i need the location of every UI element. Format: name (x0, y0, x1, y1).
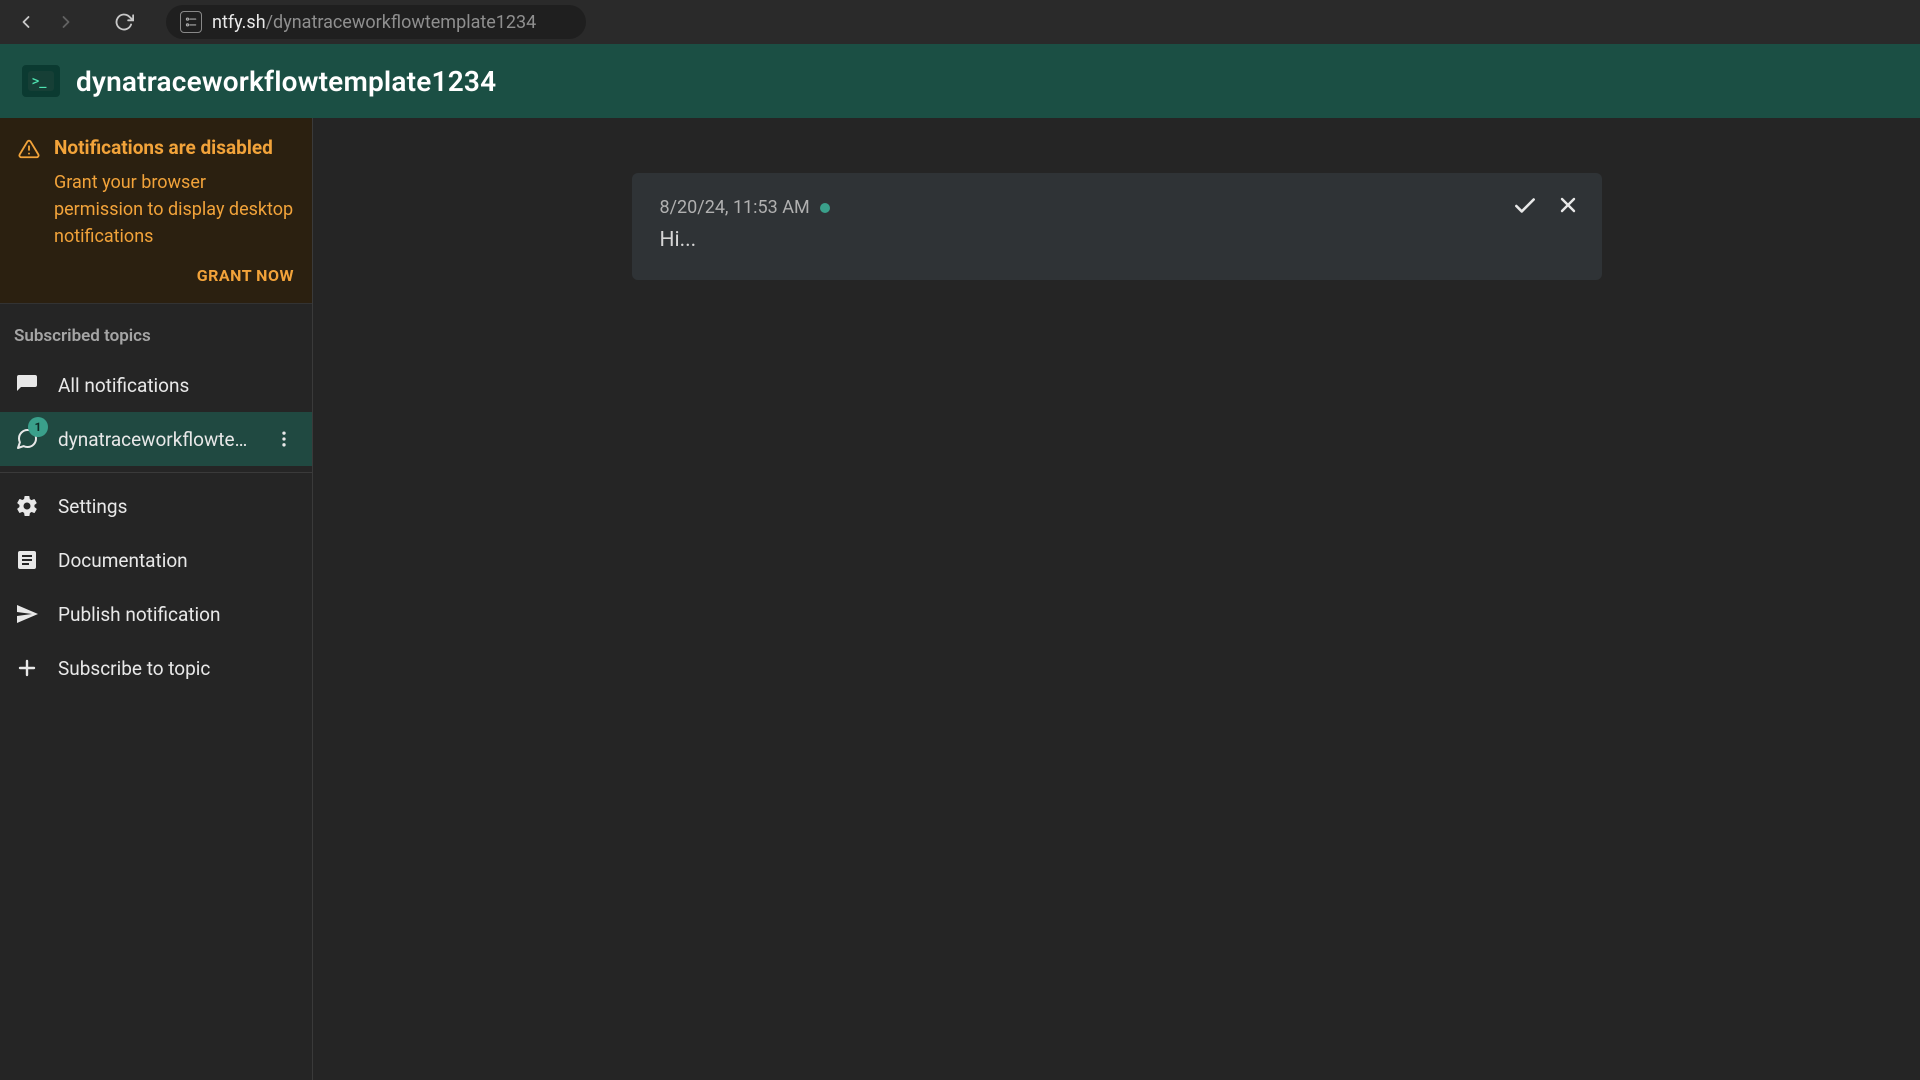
sidebar-item-label: dynatraceworkflowtem… (58, 428, 252, 451)
document-icon (14, 548, 40, 572)
arrow-right-icon (56, 12, 76, 32)
url-host: ntfy.sh (212, 12, 266, 33)
reload-icon (114, 12, 134, 32)
sidebar-item-topic[interactable]: 1 dynatraceworkflowtem… (0, 412, 312, 466)
arrow-left-icon (16, 12, 36, 32)
topic-menu-button[interactable] (270, 429, 298, 449)
notification-timestamp: 8/20/24, 11:53 AM (660, 197, 810, 218)
sidebar-item-label: Subscribe to topic (58, 657, 298, 680)
notifications-disabled-banner: Notifications are disabled Grant your br… (0, 118, 312, 304)
sidebar-item-label: Settings (58, 495, 298, 518)
browser-toolbar: ntfy.sh/dynatraceworkflowtemplate1234 (0, 0, 1920, 44)
ntfy-logo-icon: >_ (22, 65, 60, 97)
back-button[interactable] (8, 4, 44, 40)
warning-icon (18, 138, 40, 160)
dismiss-button[interactable] (1556, 193, 1580, 219)
svg-text:>_: >_ (32, 74, 47, 89)
more-vertical-icon (274, 429, 294, 449)
divider (0, 472, 312, 473)
warning-title: Notifications are disabled (54, 136, 294, 159)
sidebar-item-publish[interactable]: Publish notification (0, 587, 312, 641)
sidebar-item-all-notifications[interactable]: All notifications (0, 358, 312, 412)
reload-button[interactable] (106, 4, 142, 40)
subscribed-topics-label: Subscribed topics (0, 304, 312, 358)
status-dot-icon (820, 203, 830, 213)
sidebar-item-label: All notifications (58, 374, 298, 397)
notification-message: Hi... (660, 228, 1574, 252)
sidebar-item-documentation[interactable]: Documentation (0, 533, 312, 587)
forward-button[interactable] (48, 4, 84, 40)
send-icon (14, 602, 40, 626)
grant-now-button[interactable]: GRANT NOW (197, 266, 294, 285)
chat-filled-icon (14, 373, 40, 397)
plus-icon (14, 656, 40, 680)
close-icon (1556, 193, 1580, 217)
site-info-icon[interactable] (180, 11, 202, 33)
notification-card: 8/20/24, 11:53 AM Hi... (632, 173, 1602, 280)
check-icon (1512, 193, 1538, 219)
page-title: dynatraceworkflowtemplate1234 (76, 65, 496, 98)
sidebar-item-settings[interactable]: Settings (0, 479, 312, 533)
main-content: 8/20/24, 11:53 AM Hi... (313, 118, 1920, 1080)
unread-badge: 1 (28, 417, 48, 437)
app-header: >_ dynatraceworkflowtemplate1234 (0, 44, 1920, 118)
mark-read-button[interactable] (1512, 193, 1538, 219)
sidebar: Notifications are disabled Grant your br… (0, 118, 313, 1080)
address-bar[interactable]: ntfy.sh/dynatraceworkflowtemplate1234 (166, 5, 586, 39)
url-path: /dynatraceworkflowtemplate1234 (266, 12, 537, 33)
sidebar-item-label: Documentation (58, 549, 298, 572)
warning-description: Grant your browser permission to display… (54, 169, 294, 250)
chat-outline-icon: 1 (14, 427, 40, 451)
gear-icon (14, 494, 40, 518)
sidebar-item-subscribe[interactable]: Subscribe to topic (0, 641, 312, 695)
sidebar-item-label: Publish notification (58, 603, 298, 626)
url-text: ntfy.sh/dynatraceworkflowtemplate1234 (212, 12, 536, 33)
